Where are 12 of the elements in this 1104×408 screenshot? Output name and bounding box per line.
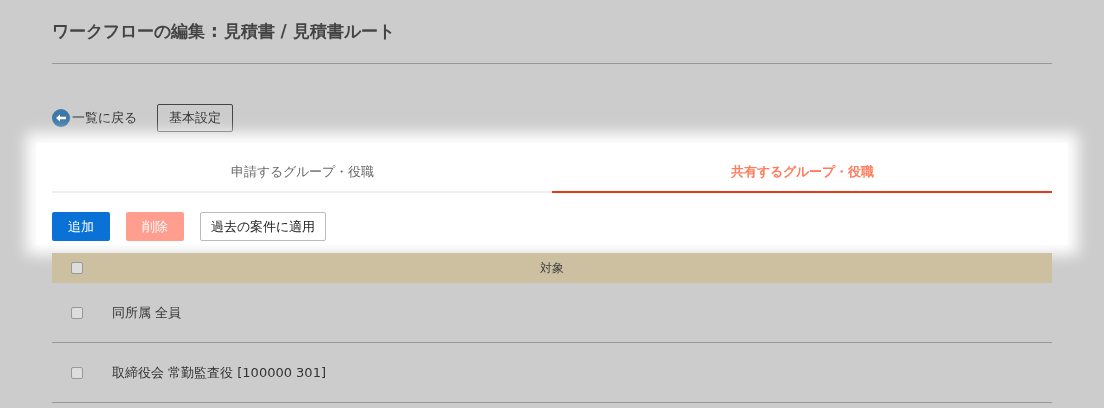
column-header: 対象	[540, 259, 564, 277]
checkbox[interactable]	[71, 262, 83, 274]
apply-button[interactable]: 過去の案件に適用	[200, 212, 326, 241]
back-link[interactable]: 一覧に戻る	[52, 109, 137, 127]
checkbox[interactable]	[71, 366, 83, 379]
table-cell: 同所属 全員	[112, 303, 182, 322]
page-title: ワークフローの編集 : 見積書 / 見積書ルート	[52, 20, 395, 43]
add-button[interactable]: 追加	[52, 212, 110, 241]
tab[interactable]: 申請するグループ・役職	[52, 153, 552, 193]
table-cell: 取締役会 常勤監査役 [100000 301]	[112, 363, 326, 382]
settings-button[interactable]: 基本設定	[157, 104, 233, 132]
checkbox[interactable]	[71, 306, 83, 319]
